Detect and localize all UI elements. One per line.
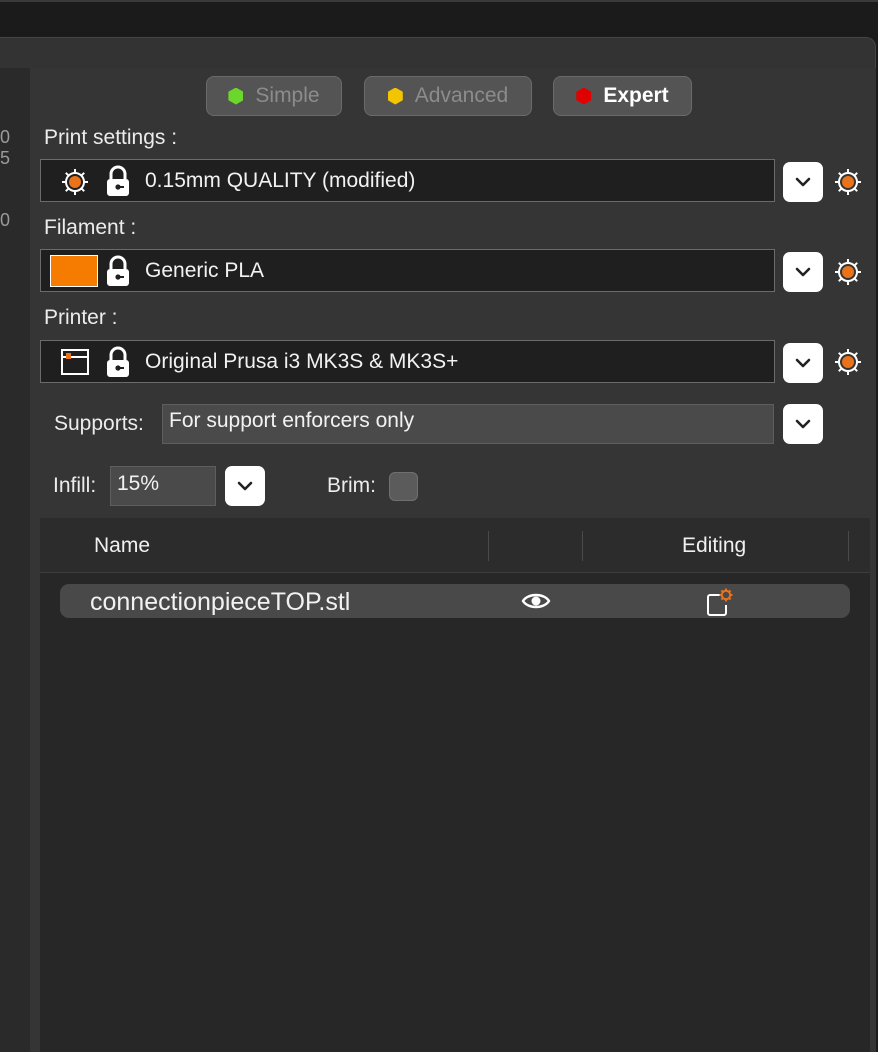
chevron-down-icon bbox=[795, 419, 811, 429]
hexagon-icon bbox=[576, 87, 592, 105]
column-divider[interactable] bbox=[848, 531, 849, 561]
title-bar bbox=[0, 0, 878, 37]
filament-combo[interactable]: Generic PLA bbox=[40, 249, 775, 292]
object-list-header: Name Editing bbox=[40, 518, 870, 573]
infill-dropdown-button[interactable] bbox=[225, 466, 265, 506]
print-settings-combo[interactable]: 0.15mm QUALITY (modified) bbox=[40, 159, 775, 202]
column-header-editing[interactable]: Editing bbox=[682, 534, 746, 558]
supports-dropdown-button[interactable] bbox=[783, 404, 823, 444]
axis-tick: 0 bbox=[0, 127, 11, 147]
gear-icon[interactable] bbox=[833, 167, 863, 197]
lock-icon bbox=[107, 346, 129, 377]
list-item[interactable]: connectionpieceTOP.stl bbox=[60, 584, 850, 618]
mode-expert-label: Expert bbox=[603, 84, 669, 107]
column-divider[interactable] bbox=[488, 531, 489, 561]
mode-expert-button[interactable]: Expert bbox=[553, 76, 692, 116]
filament-color-swatch[interactable] bbox=[50, 255, 98, 287]
object-list: Name Editing connectionpieceTOP.stl bbox=[40, 518, 870, 1052]
printer-combo[interactable]: Original Prusa i3 MK3S & MK3S+ bbox=[40, 340, 775, 383]
print-settings-dropdown-button[interactable] bbox=[783, 162, 823, 202]
gear-icon[interactable] bbox=[833, 257, 863, 287]
printer-value: Original Prusa i3 MK3S & MK3S+ bbox=[145, 349, 459, 373]
left-canvas-strip: 0 5 0 bbox=[0, 68, 30, 1052]
lock-icon bbox=[107, 165, 129, 196]
infill-label: Infill: bbox=[53, 474, 97, 497]
filament-dropdown-button[interactable] bbox=[783, 252, 823, 292]
printer-dropdown-button[interactable] bbox=[783, 343, 823, 383]
column-header-name[interactable]: Name bbox=[94, 534, 150, 558]
supports-select[interactable]: For support enforcers only bbox=[162, 404, 774, 444]
object-name: connectionpieceTOP.stl bbox=[90, 588, 351, 616]
print-settings-value: 0.15mm QUALITY (modified) bbox=[145, 168, 416, 192]
hexagon-icon bbox=[387, 87, 403, 105]
printer-icon bbox=[61, 349, 89, 375]
mode-advanced-button[interactable]: Advanced bbox=[364, 76, 532, 116]
mode-simple-label: Simple bbox=[255, 84, 320, 107]
printer-label: Printer : bbox=[44, 306, 118, 329]
print-settings-label: Print settings : bbox=[44, 126, 178, 149]
gear-icon bbox=[62, 169, 88, 195]
eye-icon[interactable] bbox=[521, 590, 551, 612]
axis-tick: 5 bbox=[0, 148, 11, 168]
brim-checkbox[interactable] bbox=[389, 472, 418, 501]
lock-icon bbox=[107, 255, 129, 286]
mode-advanced-label: Advanced bbox=[414, 84, 509, 107]
hexagon-icon bbox=[228, 87, 244, 105]
gear-icon[interactable] bbox=[833, 347, 863, 377]
chevron-down-icon bbox=[795, 177, 811, 187]
chevron-down-icon bbox=[795, 358, 811, 368]
chevron-down-icon bbox=[795, 267, 811, 277]
axis-tick: 0 bbox=[0, 210, 11, 230]
column-divider[interactable] bbox=[582, 531, 583, 561]
supports-label: Supports: bbox=[54, 412, 144, 435]
filament-value: Generic PLA bbox=[145, 258, 265, 282]
title-bar-border bbox=[0, 0, 878, 2]
chevron-down-icon bbox=[237, 481, 253, 491]
infill-input[interactable]: 15% bbox=[110, 466, 216, 506]
edit-settings-icon[interactable] bbox=[706, 587, 734, 617]
filament-label: Filament : bbox=[44, 216, 137, 239]
mode-simple-button[interactable]: Simple bbox=[206, 76, 342, 116]
brim-label: Brim: bbox=[327, 474, 376, 497]
